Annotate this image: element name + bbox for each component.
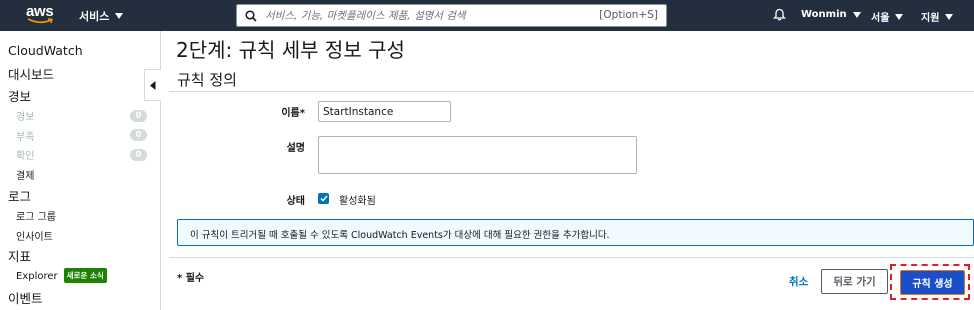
- support-label: 지원: [921, 13, 940, 24]
- services-menu[interactable]: 서비스: [79, 8, 124, 24]
- sidebar-item-ok[interactable]: 확인: [16, 147, 34, 162]
- sidebar-item-alarms[interactable]: 경보: [8, 86, 31, 105]
- sidebar-item-log-groups[interactable]: 로그 그룹: [16, 208, 56, 223]
- name-label: 이름*: [281, 108, 305, 119]
- required-note: * 필수: [177, 273, 205, 284]
- sidebar-item-events[interactable]: 이벤트: [8, 288, 43, 307]
- rule-description-textarea[interactable]: [318, 136, 637, 174]
- sidebar-item-metrics[interactable]: 지표: [8, 246, 31, 265]
- search-icon: [245, 9, 257, 22]
- sidebar-item-insufficient[interactable]: 부족: [16, 128, 34, 143]
- state-enabled-checkbox[interactable]: [318, 193, 329, 204]
- region-menu[interactable]: 서울: [871, 9, 904, 24]
- cancel-button[interactable]: 취소: [789, 274, 808, 289]
- sidebar-item-dashboard[interactable]: 대시보드: [8, 64, 54, 83]
- chevron-down-icon: [895, 13, 904, 20]
- create-rule-button[interactable]: 규칙 생성: [900, 270, 965, 295]
- insufficient-count-badge: 0: [130, 129, 147, 141]
- support-menu[interactable]: 지원: [921, 9, 954, 24]
- sidebar-title-cloudwatch[interactable]: CloudWatch: [8, 43, 83, 58]
- checkmark-icon: [319, 195, 328, 202]
- top-navigation-bar: aws 서비스 [Option+S] Wonmin 서울 지원: [0, 0, 974, 31]
- sidebar-item-explorer[interactable]: Explorer 새로운 소식: [16, 268, 107, 283]
- alarm-count-badge: 0: [130, 110, 147, 122]
- sidebar: CloudWatch 대시보드 경보 경보 0 부족 0 확인 0 결제 로그 …: [0, 31, 161, 310]
- sidebar-item-alarm-state[interactable]: 경보: [16, 108, 34, 123]
- rule-definition-panel: 규칙 정의 이름* 설명 상태 활성화됨 이 규칙이 트리거될 때 호출될 수 …: [169, 61, 974, 310]
- page-title: 2단계: 규칙 세부 정보 구성: [176, 38, 405, 62]
- divider: [169, 91, 974, 92]
- search-shortcut-hint: [Option+S]: [599, 9, 658, 21]
- account-menu[interactable]: Wonmin: [801, 9, 861, 20]
- divider: [169, 257, 974, 258]
- account-name: Wonmin: [801, 9, 847, 20]
- sidebar-item-logs[interactable]: 로그: [8, 186, 31, 205]
- aws-logo[interactable]: aws: [26, 3, 56, 27]
- chevron-down-icon: [115, 13, 124, 19]
- rule-name-input[interactable]: [318, 101, 451, 122]
- global-search[interactable]: [Option+S]: [236, 4, 667, 27]
- caret-left-icon: [150, 80, 156, 90]
- section-title: 규칙 정의: [177, 71, 237, 89]
- ok-count-badge: 0: [130, 149, 147, 161]
- description-label: 설명: [286, 143, 305, 154]
- region-name: 서울: [871, 13, 890, 24]
- sidebar-item-insights[interactable]: 인사이트: [16, 228, 53, 243]
- state-label: 상태: [286, 196, 305, 207]
- permission-info-box: 이 규칙이 트리거될 때 호출될 수 있도록 CloudWatch Events…: [177, 219, 974, 246]
- bell-icon[interactable]: [773, 8, 786, 21]
- explorer-label: Explorer: [16, 271, 58, 282]
- back-button[interactable]: 뒤로 가기: [821, 269, 888, 294]
- services-label: 서비스: [79, 10, 110, 23]
- new-badge: 새로운 소식: [63, 268, 107, 283]
- chevron-down-icon: [852, 11, 861, 18]
- chevron-down-icon: [945, 13, 954, 20]
- aws-smile-icon: [27, 18, 53, 24]
- sidebar-collapse-toggle[interactable]: [144, 69, 161, 101]
- search-input[interactable]: [265, 9, 585, 22]
- sidebar-item-billing[interactable]: 결제: [16, 167, 34, 182]
- state-enabled-label: 활성화됨: [339, 196, 376, 207]
